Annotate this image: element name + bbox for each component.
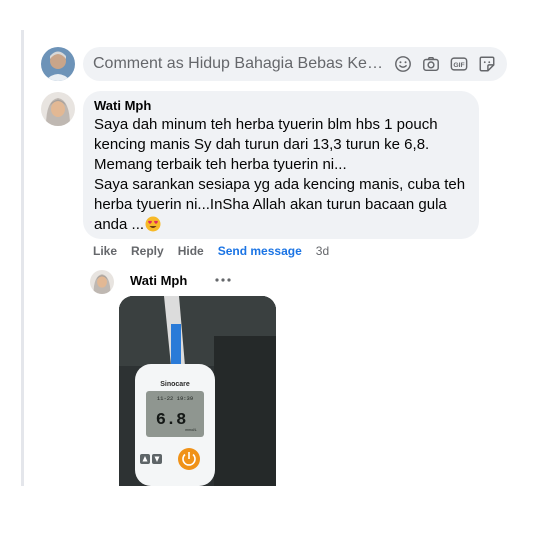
comment-line: Saya sarankan sesiapa yg ada kencing man… <box>94 176 466 193</box>
heart-eyes-icon <box>145 216 161 232</box>
reply-author-avatar[interactable] <box>90 270 114 294</box>
comment-text: Saya dah minum teh herba tyuerin blm hbs… <box>94 115 474 235</box>
like-button[interactable]: Like <box>93 244 117 258</box>
meter-reading: 6.8 <box>156 411 187 430</box>
sticker-icon[interactable] <box>477 54 497 74</box>
more-options-icon[interactable] <box>214 273 232 287</box>
reply-photo[interactable]: Sinocare 11-22 19:39 6.8 mmol/L <box>119 296 276 486</box>
hide-button[interactable]: Hide <box>178 244 204 258</box>
reply-author[interactable]: Wati Mph <box>130 273 187 288</box>
gif-icon[interactable]: GIF <box>449 54 469 74</box>
comment-author[interactable]: Wati Mph <box>94 98 151 113</box>
comment-bubble: Wati Mph Saya dah minum teh herba tyueri… <box>83 91 479 239</box>
meter-datetime: 11-22 19:39 <box>157 395 193 402</box>
comment-line: herba tyuerin ni...InSha Allah akan turu… <box>94 196 447 213</box>
emoji-icon[interactable] <box>393 54 413 74</box>
comment-line: Saya dah minum teh herba tyuerin blm hbs… <box>94 116 438 133</box>
comment-timestamp[interactable]: 3d <box>316 244 329 258</box>
current-user-avatar[interactable] <box>41 47 75 81</box>
reply-button[interactable]: Reply <box>131 244 164 258</box>
camera-icon[interactable] <box>421 54 441 74</box>
comment-actions: Like Reply Hide Send message 3d <box>93 244 329 258</box>
composer-icons: GIF <box>393 54 497 74</box>
commenter-avatar[interactable] <box>41 92 75 126</box>
comment-line: anda ... <box>94 216 145 233</box>
comment-composer[interactable]: Comment as Hidup Bahagia Bebas Kenci… GI… <box>83 47 507 81</box>
meter-unit: mmol/L <box>185 428 197 432</box>
comment-line: Memang terbaik teh herba tyuerin ni... <box>94 156 347 173</box>
meter-brand: Sinocare <box>160 381 190 388</box>
comment-line-last: anda ... <box>94 215 474 235</box>
comment-line: kencing manis Sy dah turun dari 13,3 tur… <box>94 136 430 153</box>
send-message-button[interactable]: Send message <box>218 244 302 258</box>
svg-text:GIF: GIF <box>453 62 464 69</box>
composer-placeholder[interactable]: Comment as Hidup Bahagia Bebas Kenci… <box>93 55 383 73</box>
thread-line <box>21 30 24 486</box>
